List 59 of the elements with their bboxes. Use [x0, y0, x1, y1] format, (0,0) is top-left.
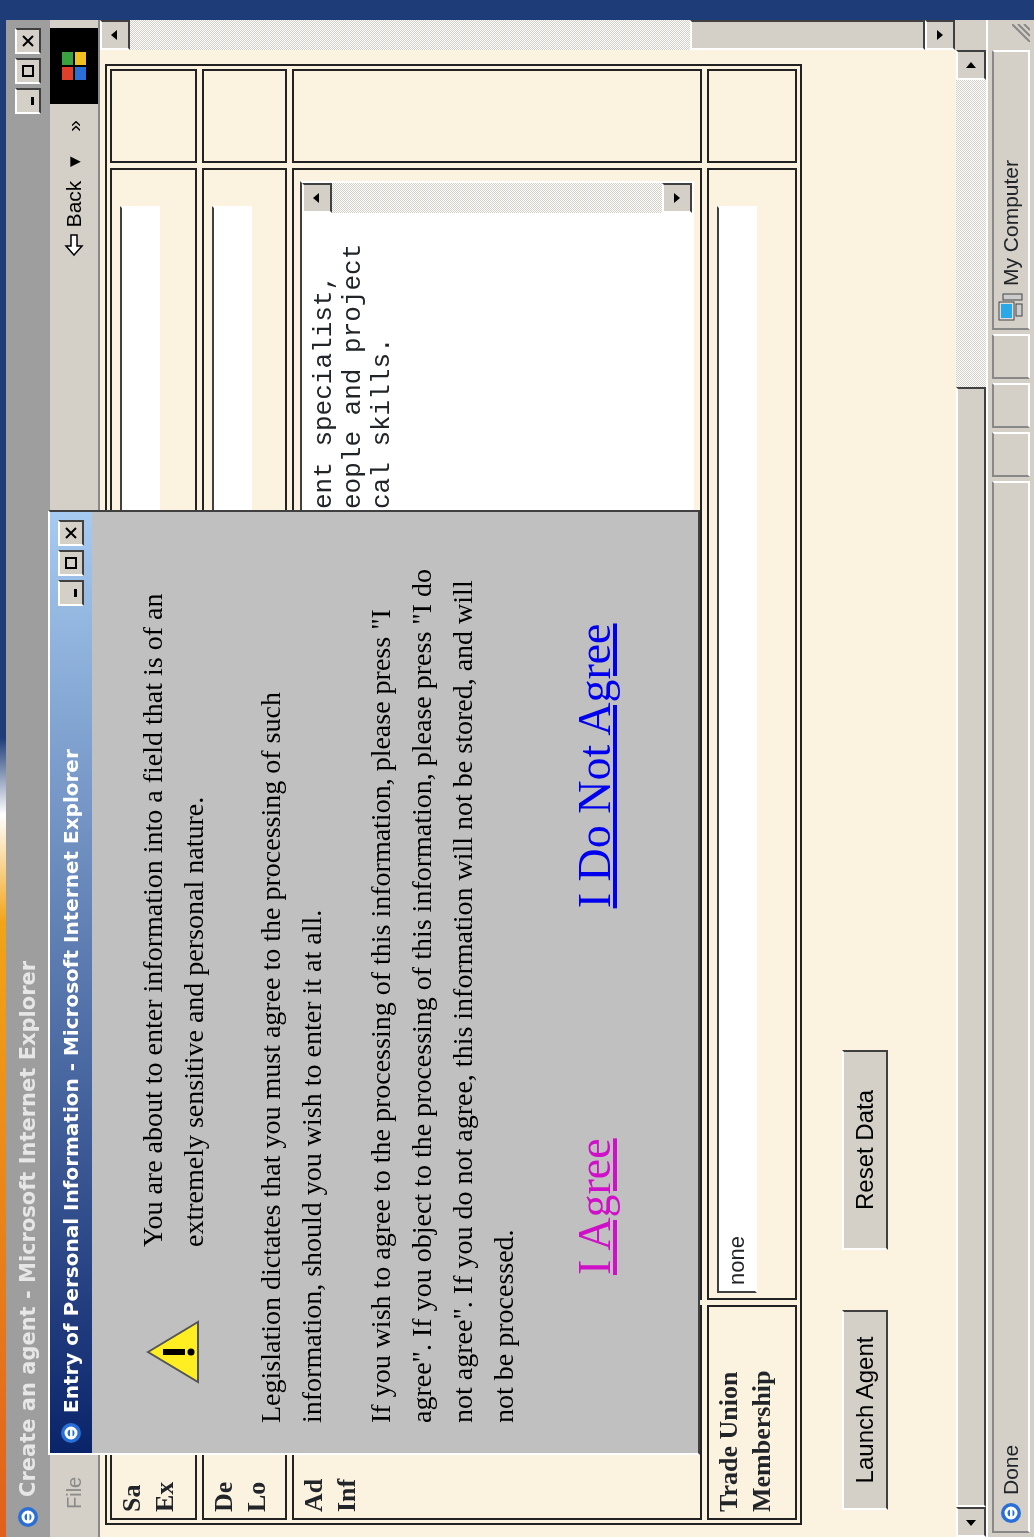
status-panel — [992, 334, 1030, 379]
scroll-thumb[interactable] — [690, 20, 925, 50]
scroll-up-button[interactable] — [100, 20, 130, 50]
scroll-down-button[interactable] — [925, 20, 955, 50]
zone-text: My Computer — [998, 159, 1024, 286]
warning-icon — [145, 1319, 201, 1385]
maximize-button[interactable] — [58, 550, 84, 576]
minimize-button[interactable] — [15, 88, 41, 114]
choice-link[interactable]: I Do Not Agree — [570, 623, 621, 909]
page-icon — [16, 1505, 40, 1529]
scrollbar[interactable] — [100, 20, 956, 50]
field-label: Trade Union — [713, 1371, 744, 1512]
field-label: Sa — [116, 1484, 147, 1512]
text-line: eople and project — [339, 242, 368, 509]
field-label: Ad — [298, 1478, 329, 1512]
back-arrow-icon — [63, 233, 85, 258]
flag-icon — [59, 49, 89, 83]
field-label: Membership — [745, 1370, 777, 1512]
field-label: De — [208, 1481, 239, 1512]
maximize-icon — [64, 556, 78, 570]
form-button[interactable]: Reset Data — [842, 1050, 888, 1250]
text-field[interactable]: none — [717, 206, 757, 1293]
maximize-button[interactable] — [15, 58, 41, 84]
window-title: Create an agent - Microsoft Internet Explorer — [16, 960, 40, 1497]
scrollbar[interactable] — [956, 50, 986, 1537]
minimize-button[interactable] — [58, 580, 84, 606]
text-line: cal skills. — [368, 336, 397, 509]
maximize-icon — [21, 64, 35, 78]
dropdown-caret[interactable]: ▾ — [58, 155, 90, 167]
scroll-down-button[interactable] — [662, 183, 692, 213]
close-button[interactable] — [15, 28, 41, 54]
computer-icon — [997, 292, 1025, 322]
message-text: Legislation dictates that you must agree to the processing of such information, should you wish to enter it at all. — [254, 691, 328, 1423]
page-icon — [999, 1501, 1023, 1525]
scrollbar[interactable] — [302, 183, 692, 213]
scroll-up-button[interactable] — [302, 183, 332, 213]
scroll-right-button[interactable] — [956, 50, 986, 80]
page-icon — [59, 1421, 83, 1445]
close-icon — [21, 34, 35, 48]
field-label: Ex — [148, 1481, 180, 1512]
message-text: If you wish to agree to the processing of this information, please press "I agree". If you object to the processing of this information, please press "I do not agree". If you do not agree, this information will not be stored, and will not be processed. — [364, 567, 520, 1423]
field-label: Inf — [330, 1478, 362, 1512]
status-panel — [992, 383, 1030, 428]
scroll-thumb[interactable] — [956, 387, 986, 1507]
status-panel — [992, 432, 1030, 477]
text-line: ent specialist, — [310, 273, 339, 509]
more-chevron[interactable]: » — [58, 120, 90, 132]
scroll-left-button[interactable] — [956, 1507, 986, 1537]
dialog-title: Entry of Personal Information - Microsoft Internet Explorer — [59, 749, 83, 1413]
message-text: You are about to enter information into a field that is of an extremely sensitive and personal nature. — [136, 592, 210, 1247]
form-button[interactable]: Launch Agent — [842, 1310, 888, 1510]
resize-grip-icon — [1012, 24, 1030, 42]
close-icon — [64, 526, 78, 540]
minimize-icon — [73, 589, 77, 597]
back-button[interactable]: Back — [57, 174, 91, 264]
minimize-icon — [30, 97, 34, 105]
field-label: Lo — [240, 1481, 272, 1512]
status-text: Done — [998, 1444, 1024, 1495]
close-button[interactable] — [58, 520, 84, 546]
